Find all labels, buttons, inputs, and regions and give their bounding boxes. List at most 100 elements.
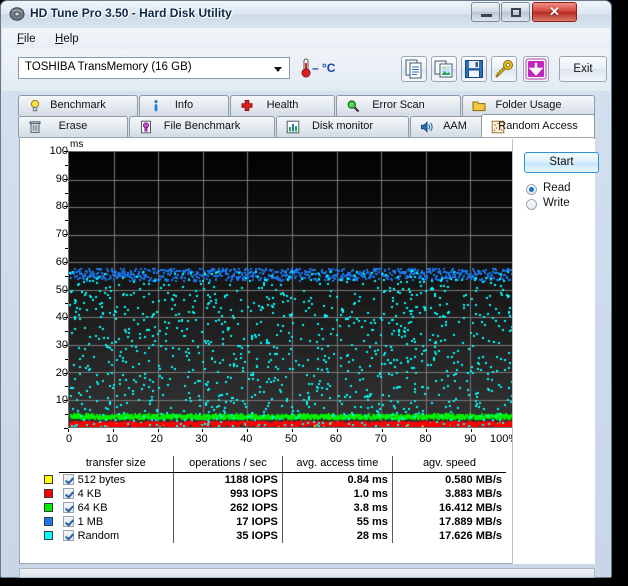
row-transfer-size[interactable]: 1 MB [59,515,174,529]
row-color-swatch [28,529,59,543]
table-row: 4 KB 993 IOPS 1.0 ms 3.883 MB/s [28,487,506,501]
x-tick-label: 80 [419,433,432,445]
menu-item-help[interactable]: Help [50,32,84,46]
y-tick-label: 60 [55,255,68,268]
row-avg-speed: 3.883 MB/s [391,487,506,501]
row-access-time: 3.8 ms [281,501,393,515]
row-transfer-size-label: 4 KB [77,488,102,500]
copy-image-button[interactable] [431,56,457,82]
row-operations: 993 IOPS [173,487,283,501]
table-header-row: transfer size operations / sec avg. acce… [28,456,506,473]
tab-health[interactable]: Health [230,95,335,116]
title-bar: HD Tune Pro 3.50 - Hard Disk Utility ✕ [1,1,611,28]
radio-read-label: Read [543,182,571,194]
maximize-button[interactable] [501,2,530,22]
row-transfer-size[interactable]: 64 KB [59,501,174,515]
chart-y-axis: 10 20 30 40 50 60 70 80 90 100 [21,139,68,440]
copy-text-icon [405,59,422,79]
random-access-chart: ms 10 20 30 40 50 60 70 80 90 100 0 10 20 30 40 50 60 70… [21,139,519,449]
minimize-icon [481,14,492,17]
row-checkbox[interactable] [62,502,74,513]
download-button[interactable] [523,56,549,82]
menu-item-file[interactable]: File [12,32,41,46]
close-button[interactable]: ✕ [532,2,577,22]
save-button[interactable] [461,56,487,82]
x-tick-mark [157,429,159,432]
tools-button[interactable] [491,56,517,82]
chart-unit-label: ms [70,139,84,150]
row-access-time: 55 ms [281,515,393,529]
row-checkbox[interactable] [62,474,74,485]
minimize-button[interactable] [471,2,500,22]
table-row: 512 bytes 1188 IOPS 0.84 ms 0.580 MB/s [28,472,506,488]
row-checkbox[interactable] [62,516,74,527]
color-col-header [28,456,59,473]
x-tick-mark [247,429,249,432]
window-title: HD Tune Pro 3.50 - Hard Disk Utility [30,6,232,20]
drive-select[interactable]: TOSHIBA TransMemory (16 GB) [18,57,290,79]
copy-text-button[interactable] [401,56,427,82]
row-transfer-size-label: Random [77,530,120,542]
row-checkbox[interactable] [62,488,74,499]
radio-write-label: Write [543,197,570,209]
row-access-time: 28 ms [281,529,393,543]
row-transfer-size-label: 512 bytes [77,474,126,486]
thermometer-icon [301,58,311,78]
tab-disk-monitor[interactable]: Disk monitor [276,116,409,137]
app-window: HD Tune Pro 3.50 - Hard Disk Utility ✕ F… [0,0,612,578]
th-access-time: avg. access time [281,456,393,473]
tools-icon [495,60,513,78]
close-icon: ✕ [549,4,560,19]
row-transfer-size[interactable]: 512 bytes [59,473,174,488]
tab-bar: Benchmark Info Health Error Scan Folder … [2,91,610,139]
th-transfer-size: transfer size [58,456,174,473]
control-panel: Start Read Write [512,139,599,564]
tab-file-benchmark[interactable]: File Benchmark [129,116,275,137]
row-transfer-size-label: 1 MB [77,516,104,528]
exit-button[interactable]: Exit [559,56,607,82]
row-transfer-size[interactable]: Random [59,529,174,543]
tab-folder-usage[interactable]: Folder Usage [462,95,595,116]
radio-read-indicator [526,184,537,195]
row-transfer-size[interactable]: 4 KB [59,487,174,501]
table-row: 64 KB 262 IOPS 3.8 ms 16.412 MB/s [28,501,506,515]
row-avg-speed: 0.580 MB/s [391,472,506,487]
tab-label: Health [266,99,299,111]
x-tick-label: 70 [374,433,387,445]
row-access-time: 1.0 ms [281,487,393,501]
tab-label: Folder Usage [495,99,562,111]
x-tick-mark [426,429,428,432]
x-tick-mark [471,429,473,432]
row-avg-speed: 17.889 MB/s [391,515,506,529]
table-row: Random 35 IOPS 28 ms 17.626 MB/s [28,529,506,543]
chart-x-axis: 0 10 20 30 40 50 60 70 80 90 100% [66,429,518,449]
start-button[interactable]: Start [524,152,599,173]
tab-label: Erase [58,120,88,132]
x-tick-mark [292,429,293,432]
row-operations: 17 IOPS [173,515,283,529]
row-color-swatch [28,515,59,529]
y-tick-label: 100 [49,145,68,157]
y-tick-label: 70 [55,228,68,241]
tab-benchmark[interactable]: Benchmark [18,95,138,116]
x-tick-label: 40 [240,433,253,445]
x-tick-label: 10 [105,433,119,445]
y-tick-label: 50 [55,283,68,296]
x-tick-label: 60 [329,433,343,445]
tab-erase[interactable]: Erase [18,116,128,137]
results-table-body: 512 bytes 1188 IOPS 0.84 ms 0.580 MB/s 4 KB 9… [28,472,506,543]
copy-image-icon [434,60,453,78]
tab-info[interactable]: Info [139,95,229,116]
tab-label: Disk monitor [311,120,374,132]
tab-label: Error Scan [372,99,425,111]
row-checkbox[interactable] [62,530,74,541]
row-operations: 262 IOPS [173,501,283,515]
status-bar [19,568,595,578]
x-tick-label: 90 [464,433,477,445]
tab-error-scan[interactable]: Error Scan [336,95,461,116]
row-operations: 1188 IOPS [173,472,283,487]
x-tick-label: 20 [150,433,163,445]
tab-random-access[interactable]: Random Access [481,114,595,137]
chart-plot-area [68,151,516,428]
radio-write-indicator [526,199,537,210]
